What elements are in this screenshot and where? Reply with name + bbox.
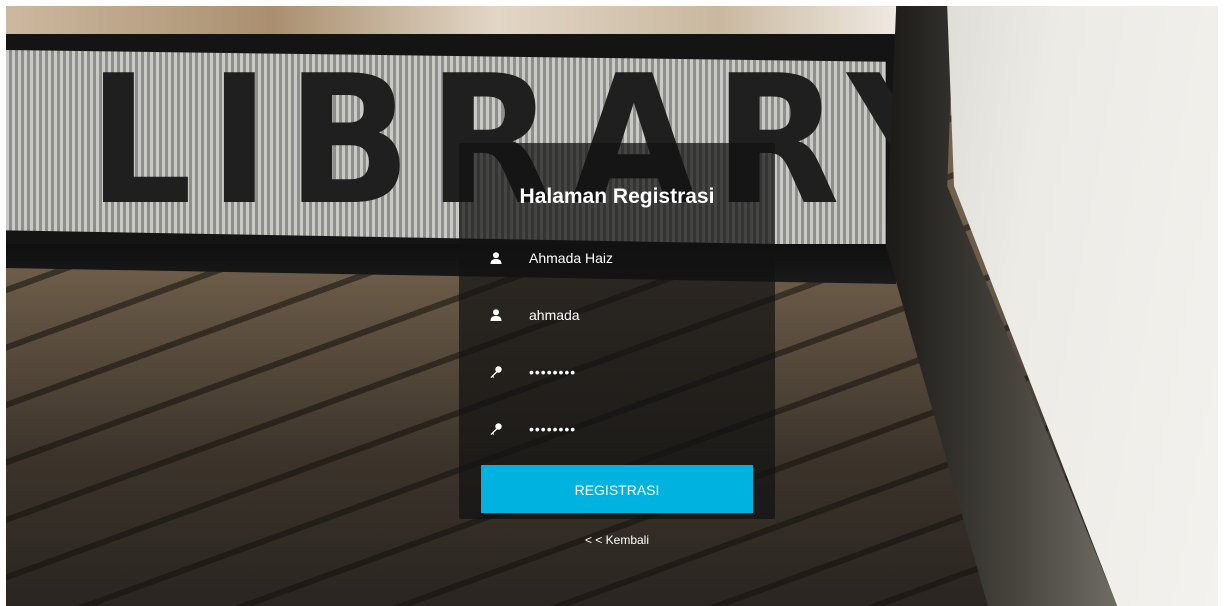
username-field xyxy=(481,300,755,330)
password-confirm-field xyxy=(481,414,755,444)
username-input[interactable] xyxy=(529,300,749,330)
key-icon xyxy=(490,423,502,435)
form-title: Halaman Registrasi xyxy=(519,185,715,208)
name-field xyxy=(481,243,755,273)
key-icon xyxy=(490,366,502,378)
password-input[interactable] xyxy=(529,357,749,387)
name-input[interactable] xyxy=(529,243,749,273)
password-confirm-input[interactable] xyxy=(529,414,749,444)
user-icon xyxy=(490,309,502,321)
back-link[interactable]: < < Kembali xyxy=(459,533,775,547)
user-icon xyxy=(490,252,502,264)
registrasi-button[interactable]: REGISTRASI xyxy=(481,465,753,513)
registration-form: Halaman Registrasi Ahmada Haiz ahmada RE… xyxy=(459,143,775,519)
password-field xyxy=(481,357,755,387)
page-frame: LIBRARY Halaman Registrasi Ahmada Haiz a… xyxy=(6,6,1218,606)
